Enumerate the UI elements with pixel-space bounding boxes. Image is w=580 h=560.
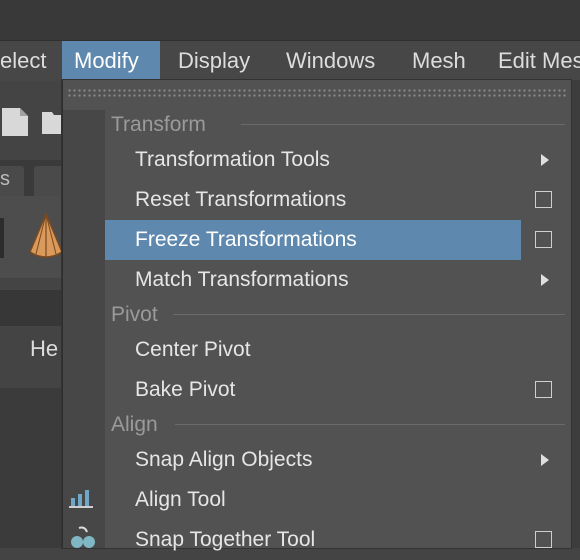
section-divider [175,424,565,425]
section-transform: Transform [111,113,206,136]
shelf-tab[interactable]: s [0,166,24,196]
submenu-arrow-icon [541,274,549,286]
option-box-icon[interactable] [535,191,552,208]
title-bar [0,0,580,40]
modify-dropdown-menu: Transform Transformation Tools Reset Tra… [62,80,571,551]
new-scene-icon[interactable] [0,106,30,138]
option-box-icon[interactable] [535,231,552,248]
menu-item-center-pivot[interactable]: Center Pivot [105,330,521,370]
shelf-tab-active[interactable] [34,166,64,196]
tear-off-handle[interactable] [67,88,567,98]
menu-windows[interactable]: Windows [274,41,387,81]
menu-modify[interactable]: Modify [62,41,160,81]
section-divider [241,124,565,125]
section-pivot: Pivot [111,303,158,326]
menu-item-label: Freeze Transformations [135,228,357,251]
panel-area [0,388,62,548]
section-align: Align [111,413,158,436]
snap-together-icon [71,526,95,548]
partial-label: He [30,336,59,361]
option-box-icon[interactable] [535,531,552,548]
menu-item-label: Align Tool [135,488,226,511]
menu-item-match-transformations[interactable]: Match Transformations [105,260,521,300]
menu-mesh[interactable]: Mesh [400,41,478,81]
menu-icon-gutter [63,110,105,548]
main-menubar: elect Modify Display Windows Mesh Edit M… [0,40,580,81]
menu-item-label: Reset Transformations [135,188,347,211]
cone-icon[interactable] [28,212,64,262]
menu-item-label: Center Pivot [135,338,251,361]
toolbox-strip [0,290,62,326]
open-scene-icon[interactable] [42,108,62,136]
menu-item-freeze-transformations[interactable]: Freeze Transformations [105,220,521,260]
menu-select[interactable]: elect [0,41,58,81]
section-divider [173,314,565,315]
right-panel-edge [570,80,580,548]
align-tool-icon [69,490,93,508]
menu-item-label: Match Transformations [135,268,349,291]
menu-item-snap-together-tool[interactable]: Snap Together Tool [105,520,521,560]
menu-edit-mesh[interactable]: Edit Mes [486,41,580,81]
menu-display[interactable]: Display [166,41,262,81]
option-box-icon[interactable] [535,381,552,398]
submenu-arrow-icon [541,154,549,166]
menu-item-label: Bake Pivot [135,378,236,401]
menu-item-label: Snap Together Tool [135,528,316,551]
menu-item-reset-transformations[interactable]: Reset Transformations [105,180,521,220]
menu-item-snap-align-objects[interactable]: Snap Align Objects [105,440,521,480]
menu-item-bake-pivot[interactable]: Bake Pivot [105,370,521,410]
menu-item-align-tool[interactable]: Align Tool [105,480,521,520]
menu-item-transformation-tools[interactable]: Transformation Tools [105,140,521,180]
menu-item-label: Transformation Tools [135,148,330,171]
menu-item-label: Snap Align Objects [135,448,313,471]
shelf-divider [0,218,4,258]
submenu-arrow-icon [541,454,549,466]
